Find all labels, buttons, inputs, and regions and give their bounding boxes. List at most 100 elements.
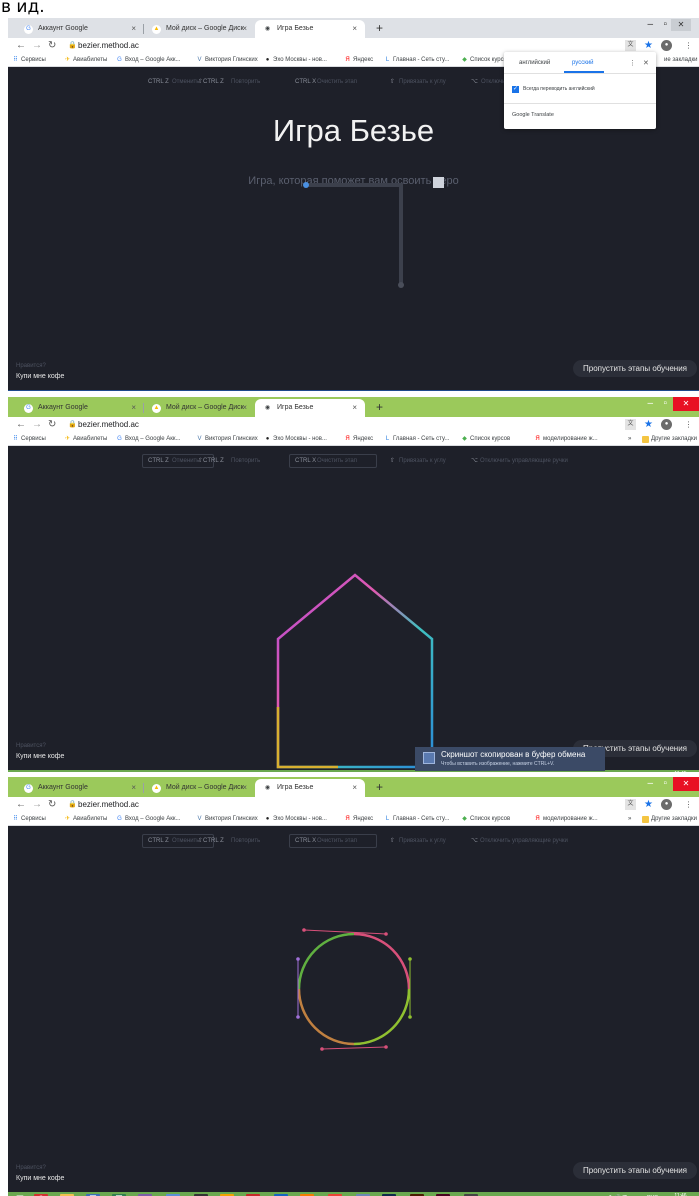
- translate-icon[interactable]: 文: [625, 419, 636, 430]
- translate-lang-from-tab[interactable]: английский: [519, 60, 550, 66]
- tab-label: Мой диск – Google Диск: [166, 784, 244, 791]
- bookmark-item[interactable]: ⠿ Сервисы: [12, 56, 46, 65]
- skip-tutorial-button[interactable]: Пропустить этапы обучения: [573, 360, 698, 377]
- reload-icon[interactable]: ↻: [48, 40, 56, 52]
- translate-icon[interactable]: 文: [625, 40, 636, 51]
- tab-close-icon[interactable]: ×: [131, 779, 136, 797]
- other-bookmarks-label: Другие закладки: [651, 816, 697, 822]
- menu-dots-icon[interactable]: ⋮: [683, 40, 694, 51]
- bookmark-item[interactable]: Я Яндекс: [344, 815, 373, 824]
- tab-close-icon[interactable]: ×: [131, 20, 136, 38]
- back-arrow-icon[interactable]: ←: [16, 799, 26, 811]
- tab-0[interactable]: G Аккаунт Google ×: [16, 399, 144, 417]
- tab-1[interactable]: ▲ Мой диск – Google Диск ×: [144, 399, 255, 417]
- bookmarks-overflow-button[interactable]: »: [628, 815, 631, 824]
- reload-icon[interactable]: ↻: [48, 419, 56, 431]
- toast-title: Скриншот скопирован в буфер обмена: [441, 750, 586, 759]
- back-arrow-icon[interactable]: ←: [16, 419, 26, 431]
- bookmark-item[interactable]: L Главная - Сеть сту...: [384, 56, 450, 65]
- new-tab-button[interactable]: +: [376, 399, 383, 415]
- url-field[interactable]: bezier.method.ac: [78, 41, 139, 51]
- minimize-icon[interactable]: –: [647, 398, 653, 409]
- reload-icon[interactable]: ↻: [48, 799, 56, 811]
- new-tab-button[interactable]: +: [376, 20, 383, 36]
- window-close-icon[interactable]: ✕: [671, 19, 691, 31]
- tab-1[interactable]: ▲ Мой диск – Google Диск ×: [144, 779, 255, 797]
- bookmark-item[interactable]: ● Эхо Москвы - нов...: [264, 815, 327, 824]
- minimize-icon[interactable]: –: [647, 778, 653, 789]
- bookmark-item[interactable]: ◆ Список курсов: [461, 56, 510, 65]
- forward-arrow-icon[interactable]: →: [32, 40, 42, 52]
- bookmark-item[interactable]: L Главная - Сеть сту...: [384, 435, 450, 444]
- bookmark-star-icon[interactable]: ★: [643, 419, 654, 430]
- bookmark-item[interactable]: Я Яндекс: [344, 435, 373, 444]
- bookmark-item[interactable]: G Вход – Google Акк...: [116, 815, 180, 824]
- bookmark-star-icon[interactable]: ★: [643, 799, 654, 810]
- bookmark-star-icon[interactable]: ★: [643, 40, 654, 51]
- tab-close-icon[interactable]: ×: [352, 779, 357, 797]
- url-field[interactable]: bezier.method.ac: [78, 800, 139, 810]
- translate-lang-to-tab[interactable]: русский: [572, 60, 594, 66]
- popup-menu-icon[interactable]: ⋮: [629, 59, 636, 67]
- bookmarks-overflow-button[interactable]: »: [628, 435, 631, 444]
- window-close-icon[interactable]: ✕: [673, 397, 699, 411]
- translate-icon[interactable]: 文: [625, 799, 636, 810]
- tab-close-icon[interactable]: ×: [242, 399, 247, 417]
- other-bookmarks-button[interactable]: Другие закладки: [642, 815, 697, 824]
- tab-close-icon[interactable]: ×: [131, 399, 136, 417]
- taskbar-clock[interactable]: 11:4526.10.2020: [668, 771, 693, 772]
- other-bookmarks-button[interactable]: ие закладки: [664, 56, 697, 65]
- bookmark-item[interactable]: ● Эхо Москвы - нов...: [264, 56, 327, 65]
- tab-close-icon[interactable]: ×: [242, 20, 247, 38]
- tab-0[interactable]: G Аккаунт Google ×: [16, 20, 144, 38]
- skip-tutorial-button[interactable]: Пропустить этапы обучения: [573, 1162, 698, 1179]
- menu-dots-icon[interactable]: ⋮: [683, 799, 694, 810]
- bookmark-item[interactable]: Ямоделирование ж...: [534, 435, 597, 444]
- menu-dots-icon[interactable]: ⋮: [683, 419, 694, 430]
- forward-arrow-icon[interactable]: →: [32, 799, 42, 811]
- tab-close-icon[interactable]: ×: [352, 20, 357, 38]
- new-tab-button[interactable]: +: [376, 779, 383, 795]
- bookmark-item[interactable]: G Вход – Google Акк...: [116, 435, 180, 444]
- bookmark-item[interactable]: V Виктория Глинских: [196, 435, 257, 444]
- minimize-icon[interactable]: –: [647, 19, 653, 30]
- tab-2[interactable]: ◉ Игра Безье ×: [255, 399, 365, 417]
- bookmark-item[interactable]: ⠿ Сервисы: [12, 435, 46, 444]
- bookmark-item[interactable]: V Виктория Глинских: [196, 56, 257, 65]
- avatar[interactable]: ●: [661, 419, 672, 430]
- bookmark-item[interactable]: G Вход – Google Акк...: [116, 56, 180, 65]
- lock-icon: 🔒: [68, 801, 77, 808]
- bookmark-item[interactable]: ✈ Авиабилеты: [64, 435, 107, 444]
- bookmark-item[interactable]: ◆ Список курсов: [461, 815, 510, 824]
- restore-icon[interactable]: ▫: [663, 398, 667, 409]
- bookmark-item[interactable]: L Главная - Сеть сту...: [384, 815, 450, 824]
- buy-coffee-link[interactable]: Купи мне кофе: [16, 373, 64, 380]
- always-translate-checkbox[interactable]: ✓: [512, 86, 519, 93]
- url-field[interactable]: bezier.method.ac: [78, 420, 139, 430]
- tab-close-icon[interactable]: ×: [352, 399, 357, 417]
- tab-close-icon[interactable]: ×: [242, 779, 247, 797]
- bookmark-item[interactable]: ● Эхо Москвы - нов...: [264, 435, 327, 444]
- tab-0[interactable]: G Аккаунт Google ×: [16, 779, 144, 797]
- buy-coffee-link[interactable]: Купи мне кофе: [16, 753, 64, 760]
- popup-close-icon[interactable]: ✕: [643, 59, 649, 67]
- tab-2[interactable]: ◉ Игра Безье ×: [255, 779, 365, 797]
- tab-2[interactable]: ◉ Игра Безье ×: [255, 20, 365, 38]
- avatar[interactable]: ●: [661, 799, 672, 810]
- bookmark-item[interactable]: V Виктория Глинских: [196, 815, 257, 824]
- other-bookmarks-button[interactable]: Другие закладки: [642, 435, 697, 444]
- bookmark-item[interactable]: ◆ Список курсов: [461, 435, 510, 444]
- tab-1[interactable]: ▲ Мой диск – Google Диск ×: [144, 20, 255, 38]
- bookmark-item[interactable]: Ямоделирование ж...: [534, 815, 597, 824]
- bookmark-item[interactable]: ✈ Авиабилеты: [64, 56, 107, 65]
- bookmark-item[interactable]: ✈ Авиабилеты: [64, 815, 107, 824]
- restore-icon[interactable]: ▫: [663, 19, 667, 30]
- window-close-icon[interactable]: ✕: [673, 777, 699, 791]
- bookmark-item[interactable]: Я Яндекс: [344, 56, 373, 65]
- back-arrow-icon[interactable]: ←: [16, 40, 26, 52]
- bookmark-item[interactable]: ⠿ Сервисы: [12, 815, 46, 824]
- restore-icon[interactable]: ▫: [663, 778, 667, 789]
- avatar[interactable]: ●: [661, 40, 672, 51]
- buy-coffee-link[interactable]: Купи мне кофе: [16, 1175, 64, 1182]
- forward-arrow-icon[interactable]: →: [32, 419, 42, 431]
